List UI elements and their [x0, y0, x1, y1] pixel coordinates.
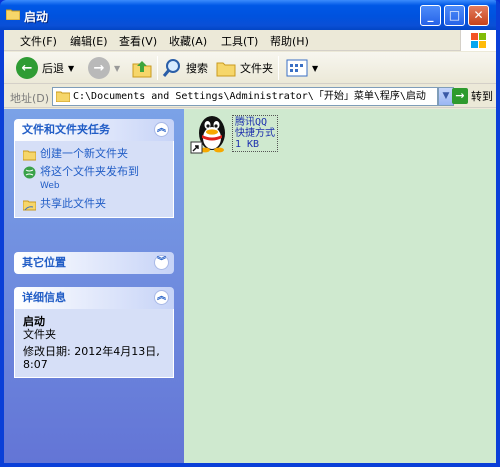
collapse-chevron-icon[interactable]: ︽	[154, 122, 169, 137]
task-share-folder[interactable]: 共享此文件夹	[23, 197, 165, 211]
file-list-pane[interactable]: 腾讯QQ 快捷方式 1 KB	[184, 109, 496, 463]
panel-header[interactable]: 文件和文件夹任务 ︽	[14, 119, 174, 141]
details-name: 启动	[23, 315, 45, 328]
panel-body: 创建一个新文件夹 将这个文件夹发布到 Web 共享此文件夹	[14, 141, 174, 218]
expand-chevron-icon[interactable]: ︾	[154, 255, 169, 270]
share-folder-icon	[23, 200, 36, 211]
panel-header[interactable]: 详细信息 ︽	[14, 287, 174, 309]
folder-icon	[56, 91, 70, 102]
task-pane: 文件和文件夹任务 ︽ 创建一个新文件夹 将这个文件夹发布到 Web 共享此文件夹	[4, 109, 184, 463]
file-size: 1 KB	[235, 139, 260, 150]
panel-header[interactable]: 其它位置 ︾	[14, 252, 174, 274]
window-border	[496, 0, 500, 467]
details-modified: 修改日期: 2012年4月13日,	[23, 345, 160, 358]
views-icon	[286, 59, 308, 77]
globe-icon	[23, 166, 36, 179]
forward-button[interactable]: → ▼	[88, 55, 120, 81]
menu-bar: 文件(F) 编辑(E) 查看(V) 收藏(A) 工具(T) 帮助(H)	[4, 30, 496, 51]
views-dropdown-icon: ▼	[312, 63, 319, 73]
folder-icon	[6, 9, 20, 20]
title-bar[interactable]: 启动 _ □ ✕	[0, 0, 500, 30]
task-label-line2: Web	[40, 181, 60, 191]
panel-title: 文件和文件夹任务	[22, 123, 110, 136]
back-arrow-icon: ←	[16, 57, 38, 79]
windows-logo-icon	[460, 30, 496, 51]
new-folder-icon	[23, 150, 36, 161]
toolbar-separator	[157, 56, 158, 80]
go-button[interactable]: → 转到	[452, 88, 493, 104]
forward-arrow-icon: →	[88, 57, 110, 79]
up-folder-button[interactable]	[131, 55, 153, 81]
toolbar-separator	[278, 56, 279, 80]
task-publish-web[interactable]: 将这个文件夹发布到 Web	[23, 165, 165, 193]
menu-favorites[interactable]: 收藏(A)	[169, 33, 207, 49]
menu-edit[interactable]: 编辑(E)	[70, 33, 108, 49]
details-time: 8:07	[23, 358, 48, 371]
search-label: 搜索	[186, 62, 208, 75]
folders-icon	[216, 62, 236, 77]
minimize-button[interactable]: _	[420, 5, 441, 26]
panel-title: 详细信息	[22, 291, 66, 304]
back-button[interactable]: ← 后退 ▼	[16, 55, 74, 81]
panel-body: 启动 文件夹 修改日期: 2012年4月13日, 8:07	[14, 309, 174, 378]
address-input[interactable]: C:\Documents and Settings\Administrator\…	[52, 87, 438, 106]
other-places-panel: 其它位置 ︾	[14, 252, 174, 274]
address-path: C:\Documents and Settings\Administrator\…	[73, 91, 426, 102]
forward-dropdown-icon[interactable]: ▼	[114, 64, 120, 73]
task-label: 将这个文件夹发布到 Web	[40, 165, 139, 193]
views-button[interactable]: ▼	[286, 55, 318, 81]
search-button[interactable]: 搜索	[162, 55, 208, 81]
collapse-chevron-icon[interactable]: ︽	[154, 290, 169, 305]
file-name: 腾讯QQ	[235, 117, 268, 128]
file-type: 快捷方式	[235, 128, 275, 139]
go-arrow-icon: →	[452, 88, 468, 104]
maximize-button[interactable]: □	[444, 5, 465, 26]
task-label: 共享此文件夹	[40, 197, 106, 210]
toolbar: ← 后退 ▼ → ▼ 搜索 文件夹 ▼	[4, 52, 496, 84]
window-client: 文件(F) 编辑(E) 查看(V) 收藏(A) 工具(T) 帮助(H) ← 后退…	[4, 30, 496, 463]
folders-label: 文件夹	[240, 62, 273, 75]
folders-button[interactable]: 文件夹	[216, 55, 273, 81]
menu-tools[interactable]: 工具(T)	[221, 33, 258, 49]
address-label: 地址(D)	[10, 92, 50, 105]
close-button[interactable]: ✕	[468, 5, 489, 26]
panel-title: 其它位置	[22, 256, 66, 269]
window-title: 启动	[24, 10, 49, 24]
go-label: 转到	[471, 90, 493, 103]
qq-penguin-icon	[190, 116, 225, 154]
file-folder-tasks-panel: 文件和文件夹任务 ︽ 创建一个新文件夹 将这个文件夹发布到 Web 共享此文件夹	[14, 119, 174, 218]
back-label: 后退	[42, 62, 64, 75]
task-label-line1: 将这个文件夹发布到	[40, 165, 139, 178]
up-folder-icon	[132, 61, 152, 78]
menu-file[interactable]: 文件(F)	[20, 33, 57, 49]
explorer-window: 启动 _ □ ✕ 文件(F) 编辑(E) 查看(V) 收藏(A) 工具(T) 帮…	[0, 0, 500, 467]
task-label: 创建一个新文件夹	[40, 147, 128, 160]
file-label: 腾讯QQ 快捷方式 1 KB	[232, 115, 278, 152]
search-icon	[162, 59, 180, 77]
menu-help[interactable]: 帮助(H)	[270, 33, 309, 49]
back-dropdown-icon[interactable]: ▼	[68, 64, 74, 73]
task-new-folder[interactable]: 创建一个新文件夹	[23, 147, 165, 161]
details-type: 文件夹	[23, 328, 56, 341]
address-bar: 地址(D) C:\Documents and Settings\Administ…	[4, 85, 496, 108]
details-panel: 详细信息 ︽ 启动 文件夹 修改日期: 2012年4月13日, 8:07	[14, 287, 174, 378]
menu-view[interactable]: 查看(V)	[119, 33, 157, 49]
